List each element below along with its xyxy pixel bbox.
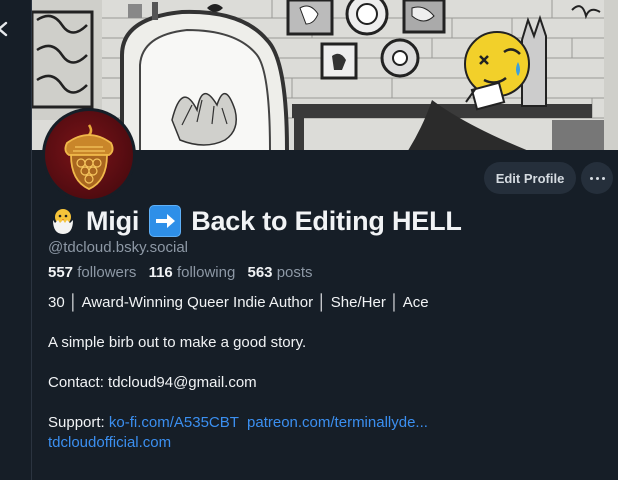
chevron-left-icon[interactable] bbox=[0, 20, 12, 38]
ellipsis-dot bbox=[595, 176, 599, 180]
posts-label: posts bbox=[276, 264, 313, 281]
profile-stats: 557 followers 116 following 563 posts bbox=[48, 264, 321, 281]
left-rail bbox=[0, 0, 32, 480]
followers-count: 557 bbox=[48, 264, 74, 281]
avatar[interactable] bbox=[42, 108, 136, 202]
ellipsis-icon bbox=[589, 176, 593, 180]
display-name-text: Migi bbox=[86, 205, 140, 236]
kofi-link[interactable]: ko-fi.com/A535CBT bbox=[109, 414, 239, 431]
followers-stat[interactable]: 557 followers bbox=[48, 264, 136, 281]
following-count: 116 bbox=[148, 264, 173, 281]
more-options-button[interactable] bbox=[581, 162, 613, 194]
support-label: Support: bbox=[48, 414, 105, 431]
patreon-link[interactable]: patreon.com/terminallyde... bbox=[247, 414, 428, 431]
hatching-chick-emoji bbox=[53, 209, 73, 234]
bio-support-line: Support: ko-fi.com/A535CBT patreon.com/t… bbox=[48, 414, 428, 431]
posts-count: 563 bbox=[247, 264, 273, 281]
edit-profile-button[interactable]: Edit Profile bbox=[484, 162, 576, 194]
display-name: Migi Back to Editing HELL bbox=[48, 202, 462, 240]
ellipsis-dot bbox=[601, 176, 605, 180]
display-name-suffix: Back to Editing HELL bbox=[191, 205, 462, 236]
posts-stat: 563 posts bbox=[247, 264, 312, 281]
following-stat[interactable]: 116 following bbox=[149, 264, 236, 281]
avatar-image bbox=[45, 111, 133, 199]
acorn-icon bbox=[64, 124, 114, 190]
bio-site-line: tdcloudofficial.com bbox=[48, 434, 171, 451]
right-arrow-icon bbox=[156, 214, 176, 228]
website-link[interactable]: tdcloudofficial.com bbox=[48, 434, 171, 451]
following-label: following bbox=[176, 264, 236, 281]
bio-line-1: 30 │ Award-Winning Queer Indie Author │ … bbox=[48, 294, 429, 311]
right-arrow-emoji bbox=[149, 205, 182, 237]
bio-line-2: A simple birb out to make a good story. bbox=[48, 334, 307, 351]
bio-line-3: Contact: tdcloud94@gmail.com bbox=[48, 374, 257, 391]
profile-handle: @tdcloud.bsky.social bbox=[48, 239, 189, 256]
followers-label: followers bbox=[77, 264, 137, 281]
